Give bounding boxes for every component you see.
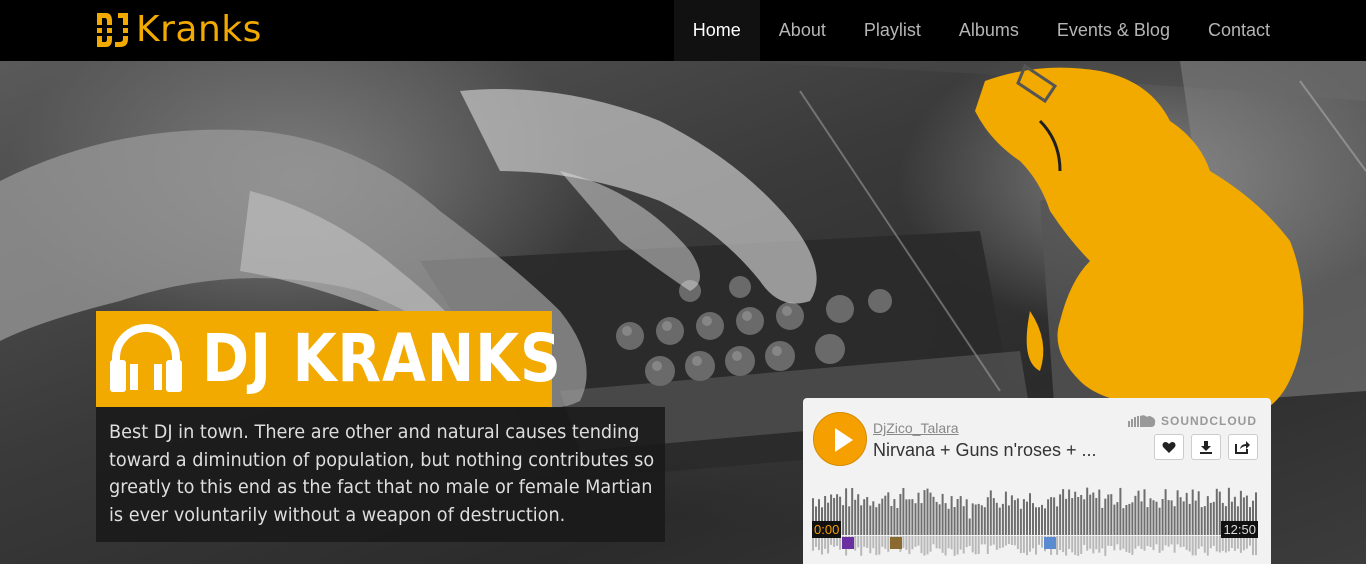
nav-about[interactable]: About — [760, 0, 845, 61]
play-button[interactable] — [813, 412, 867, 466]
soundcloud-label: SOUNDCLOUD — [1161, 414, 1257, 428]
soundcloud-logo[interactable]: SOUNDCLOUD — [1128, 414, 1257, 428]
time-total: 12:50 — [1221, 521, 1258, 538]
hero-description-box: Best DJ in town. There are other and nat… — [96, 407, 665, 542]
hero-section: DJ KRANKS Best DJ in town. There are oth… — [0, 61, 1366, 564]
heart-icon — [1162, 441, 1176, 453]
nav-albums[interactable]: Albums — [940, 0, 1038, 61]
nav-contact[interactable]: Contact — [1189, 0, 1289, 61]
share-icon — [1235, 441, 1250, 454]
nav-home[interactable]: Home — [673, 0, 760, 61]
share-button[interactable] — [1228, 434, 1258, 460]
brand-name: Kranks — [136, 9, 262, 50]
nav-playlist[interactable]: Playlist — [845, 0, 940, 61]
waveform[interactable] — [812, 485, 1258, 560]
player-actions — [1154, 434, 1258, 460]
brand-logo[interactable]: Kranks — [96, 10, 262, 50]
headphones-icon — [110, 324, 182, 392]
hero-title: DJ KRANKS — [202, 320, 562, 397]
like-button[interactable] — [1154, 434, 1184, 460]
soundcloud-player: DjZico_Talara Nirvana + Guns n'roses + .… — [803, 398, 1271, 564]
download-icon — [1200, 441, 1212, 454]
track-title[interactable]: Nirvana + Guns n'roses + ... — [873, 440, 1097, 461]
soundcloud-cloud-icon — [1128, 415, 1156, 427]
main-nav: Home About Playlist Albums Events & Blog… — [673, 0, 1289, 61]
navbar: Kranks Home About Playlist Albums Events… — [0, 0, 1366, 61]
dj-logo-icon — [97, 13, 130, 47]
download-button[interactable] — [1191, 434, 1221, 460]
hero-title-box: DJ KRANKS — [96, 311, 561, 407]
track-user-link[interactable]: DjZico_Talara — [873, 420, 959, 436]
nav-events-blog[interactable]: Events & Blog — [1038, 0, 1189, 61]
hero-description: Best DJ in town. There are other and nat… — [109, 421, 655, 526]
time-current: 0:00 — [812, 521, 842, 538]
